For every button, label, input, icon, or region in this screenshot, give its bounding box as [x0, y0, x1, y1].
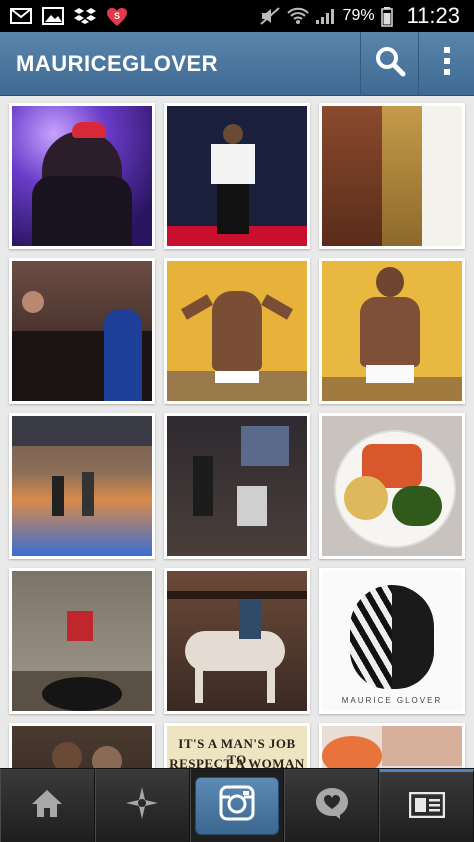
profile-username: MAURICEGLOVER	[16, 50, 219, 76]
nav-home[interactable]	[0, 769, 95, 842]
photo-tile[interactable]	[319, 413, 465, 559]
search-icon	[374, 45, 406, 82]
camera-icon	[219, 785, 255, 826]
home-icon	[30, 787, 64, 824]
photo-tile[interactable]	[164, 103, 310, 249]
photo-caption: RESPECT A WOMAN	[169, 756, 305, 768]
camera-button[interactable]	[194, 776, 279, 835]
photo-tile[interactable]: MAURICE GLOVER	[319, 568, 465, 714]
profile-icon	[408, 791, 445, 823]
dropbox-icon	[74, 7, 96, 25]
wifi-icon	[286, 7, 309, 25]
svg-text:S: S	[114, 11, 120, 21]
photo-tile[interactable]	[319, 103, 465, 249]
photo-tile[interactable]	[9, 103, 155, 249]
battery-icon	[380, 7, 393, 27]
nav-camera[interactable]	[189, 769, 285, 842]
more-vertical-icon	[443, 46, 451, 81]
photo-tile[interactable]	[9, 413, 155, 559]
mute-icon	[259, 7, 281, 25]
bottom-nav	[0, 768, 474, 842]
photo-grid: MAURICE GLOVER IT'S A MAN'S JOB TO RESPE…	[0, 96, 474, 768]
explore-icon	[124, 785, 160, 826]
overflow-menu-button[interactable]	[418, 31, 474, 96]
photo-caption: MAURICE GLOVER	[341, 696, 443, 705]
signal-icon	[315, 7, 337, 25]
image-icon	[42, 7, 64, 25]
photo-tile[interactable]	[9, 723, 155, 768]
nav-explore[interactable]	[94, 769, 190, 842]
mail-icon	[10, 7, 32, 25]
photo-tile[interactable]	[9, 568, 155, 714]
photo-tile[interactable]	[164, 568, 310, 714]
search-button[interactable]	[360, 31, 418, 96]
photo-tile[interactable]	[9, 258, 155, 404]
photo-tile[interactable]: IT'S A MAN'S JOB TO RESPECT A WOMAN	[164, 723, 310, 768]
clock: 11:23	[406, 3, 460, 28]
shop-icon: S	[106, 7, 128, 26]
photo-tile[interactable]	[164, 413, 310, 559]
photo-tile[interactable]	[319, 258, 465, 404]
status-bar: S 79% 11:23	[0, 0, 474, 32]
nav-profile[interactable]	[379, 769, 474, 842]
battery-percent: 79%	[342, 7, 375, 24]
photo-tile[interactable]	[164, 258, 310, 404]
app-header: MAURICEGLOVER	[0, 31, 474, 96]
photo-tile[interactable]	[319, 723, 465, 768]
nav-activity[interactable]	[284, 769, 380, 842]
activity-icon	[314, 786, 350, 825]
